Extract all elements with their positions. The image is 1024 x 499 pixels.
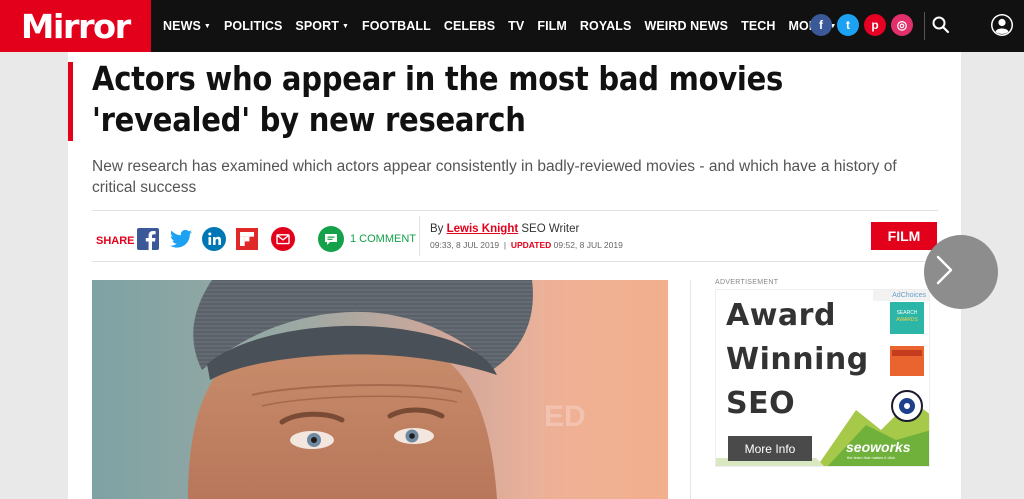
author-link[interactable]: Lewis Knight bbox=[447, 223, 519, 235]
sidebar-divider bbox=[690, 280, 691, 499]
twitter-share-icon[interactable] bbox=[169, 227, 193, 251]
next-article-button[interactable] bbox=[924, 235, 998, 309]
logo-text: Mirror bbox=[21, 6, 131, 46]
main-nav: NEWS ▼ POLITICS SPORT ▼ FOOTBALL CELEBS TV FILM R… bbox=[163, 0, 849, 52]
hero-image: ED bbox=[92, 280, 668, 499]
nav-item-label: ROYALS bbox=[579, 19, 632, 33]
nav-item-weird-news[interactable]: WEIRD NEWS bbox=[644, 19, 728, 33]
ad-brand: seoworks bbox=[846, 439, 911, 455]
share-label: SHARE bbox=[96, 235, 135, 247]
ad-line-1: Award bbox=[726, 298, 836, 333]
ad-line-3: SEO bbox=[726, 386, 796, 421]
nav-item-label: SPORT bbox=[295, 19, 339, 33]
nav-item-label: FILM bbox=[537, 19, 567, 33]
comment-count: 1 COMMENT bbox=[350, 233, 416, 245]
article-page: Actors who appear in the most bad movies… bbox=[68, 52, 961, 499]
adchoices-text: AdChoices bbox=[892, 292, 926, 299]
facebook-share-icon[interactable] bbox=[136, 227, 160, 251]
chevron-down-icon: ▼ bbox=[203, 22, 211, 30]
facebook-icon[interactable]: f bbox=[810, 14, 832, 36]
flipboard-share-icon[interactable] bbox=[235, 227, 259, 251]
twitter-icon[interactable]: t bbox=[837, 14, 859, 36]
comment-bubble-icon bbox=[318, 226, 344, 252]
svg-text:AWARDS: AWARDS bbox=[896, 317, 918, 323]
nav-item-sport[interactable]: SPORT ▼ bbox=[295, 19, 349, 33]
nav-item-label: NEWS bbox=[163, 19, 201, 33]
search-icon[interactable] bbox=[931, 15, 951, 35]
nav-item-label: WEIRD NEWS bbox=[644, 19, 729, 33]
top-navigation-bar: Mirror NEWS ▼ POLITICS SPORT ▼ FOOTBALL CELEBS… bbox=[0, 0, 1024, 52]
instagram-icon[interactable]: ◎ bbox=[891, 14, 913, 36]
ad-line-2: Winning bbox=[726, 342, 869, 377]
nav-item-label: CELEBS bbox=[443, 19, 496, 33]
nav-item-politics[interactable]: POLITICS bbox=[224, 19, 282, 33]
nav-item-tech[interactable]: TECH bbox=[741, 19, 775, 33]
nav-item-label: TECH bbox=[741, 19, 776, 33]
ad-tagline: the team that makes it click bbox=[847, 455, 896, 460]
nav-item-label: TV bbox=[508, 19, 525, 33]
nav-item-tv[interactable]: TV bbox=[508, 19, 524, 33]
nav-item-royals[interactable]: ROYALS bbox=[580, 19, 632, 33]
nav-item-celebs[interactable]: CELEBS bbox=[444, 19, 495, 33]
updated-time: 09:52, 8 JUL 2019 bbox=[553, 240, 623, 250]
nav-item-label: POLITICS bbox=[223, 19, 283, 33]
hero-photo: ED bbox=[92, 280, 668, 499]
mirror-logo[interactable]: Mirror bbox=[0, 0, 151, 52]
author-role: SEO Writer bbox=[521, 223, 580, 235]
adchoices-link[interactable]: AdChoices bbox=[873, 290, 929, 301]
social-links: f t p ◎ bbox=[810, 14, 918, 36]
headline-accent-bar bbox=[68, 62, 73, 141]
chevron-down-icon: ▼ bbox=[341, 22, 349, 30]
article-headline: Actors who appear in the most bad movies… bbox=[92, 59, 784, 139]
advertisement-label: ADVERTISEMENT bbox=[715, 279, 779, 286]
updated-label: UPDATED bbox=[510, 240, 552, 250]
chevron-right-icon bbox=[936, 255, 953, 285]
advertisement-banner[interactable]: SEARCH AWARDS AdChoices Award Winning SE… bbox=[715, 289, 930, 467]
nav-divider bbox=[924, 12, 925, 40]
user-account-icon[interactable] bbox=[990, 13, 1014, 37]
byline-prefix: By bbox=[430, 223, 444, 235]
article-dates: 09:33, 8 JUL 2019 | UPDATED 09:52, 8 JUL… bbox=[430, 240, 623, 250]
pinterest-icon[interactable]: p bbox=[864, 14, 886, 36]
nav-item-label: FOOTBALL bbox=[361, 19, 431, 33]
divider-top bbox=[92, 210, 938, 211]
ad-more-info-button[interactable]: More Info bbox=[728, 436, 812, 461]
divider-bottom bbox=[92, 261, 938, 262]
svg-text:SEARCH: SEARCH bbox=[897, 310, 918, 316]
byline-separator bbox=[419, 216, 420, 256]
nav-item-news[interactable]: NEWS ▼ bbox=[163, 19, 211, 33]
nav-item-film[interactable]: FILM bbox=[537, 19, 567, 33]
nav-item-football[interactable]: FOOTBALL bbox=[362, 19, 431, 33]
email-share-icon[interactable] bbox=[271, 227, 295, 251]
published-time: 09:33, 8 JUL 2019 bbox=[430, 240, 500, 250]
article-standfirst: New research has examined which actors a… bbox=[92, 158, 897, 196]
linkedin-share-icon[interactable] bbox=[202, 227, 226, 251]
byline: By Lewis Knight SEO Writer bbox=[430, 223, 579, 235]
comments-link[interactable]: 1 COMMENT bbox=[318, 226, 416, 252]
